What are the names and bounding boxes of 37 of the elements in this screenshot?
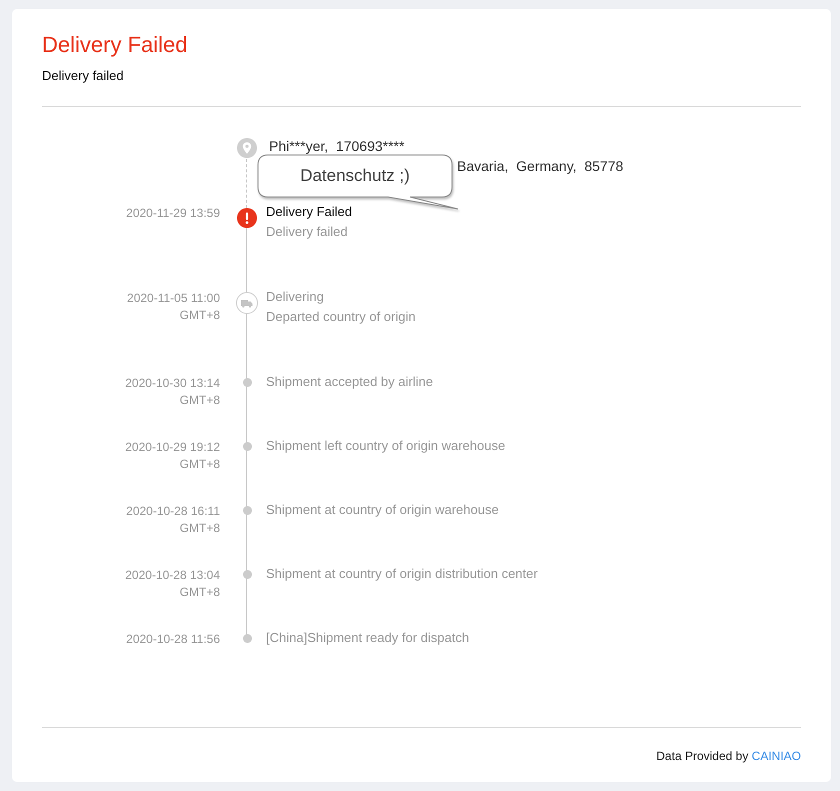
event-time: 2020-10-28 13:04 (125, 567, 220, 584)
bubble-text: Datenschutz ;) (300, 165, 410, 187)
recipient-address: Bavaria, Germany, 85778 (457, 157, 624, 176)
event-description: Shipment at country of origin distribution center (266, 565, 538, 583)
event-description: Shipment accepted by airline (266, 373, 433, 391)
event-description: Shipment left country of origin warehouse (266, 437, 506, 455)
event-time: 2020-10-30 13:14 (125, 375, 220, 392)
event-title: Delivering (266, 288, 324, 306)
provider-link[interactable]: CAINIAO (752, 749, 801, 763)
event-timezone: GMT+8 (180, 392, 220, 409)
dashed-connector (246, 159, 247, 208)
event-title: Delivery Failed (266, 203, 352, 221)
timeline-dot (242, 570, 252, 579)
event-timezone: GMT+8 (180, 584, 220, 601)
timeline-dot (242, 378, 252, 387)
data-credit: Data Provided by CAINIAO (656, 748, 801, 765)
location-pin-icon (237, 138, 257, 158)
event-description: Delivery failed (266, 223, 348, 241)
page-title: Delivery Failed (42, 31, 188, 59)
recipient-name-phone: Phi***yer, 170693**** (269, 137, 404, 156)
event-time: 2020-11-05 11:00 (127, 290, 220, 307)
event-description: [China]Shipment ready for dispatch (266, 629, 470, 647)
event-timezone: GMT+8 (180, 307, 220, 324)
event-time: 2020-10-29 19:12 (125, 439, 220, 456)
timeline-dot (242, 634, 252, 643)
event-time: 2020-11-29 13:59 (126, 205, 220, 222)
event-time: 2020-10-28 16:11 (126, 503, 220, 520)
timeline-dot (242, 506, 252, 515)
event-time: 2020-10-28 11:56 (126, 631, 220, 648)
event-description: Departed country of origin (266, 308, 416, 326)
status-subtitle: Delivery failed (42, 67, 124, 85)
timeline-dot (242, 442, 252, 451)
exclamation-icon (237, 208, 257, 228)
event-timezone: GMT+8 (180, 456, 220, 473)
event-description: Shipment at country of origin warehouse (266, 501, 499, 519)
event-timezone: GMT+8 (180, 520, 220, 537)
truck-icon (236, 292, 258, 314)
